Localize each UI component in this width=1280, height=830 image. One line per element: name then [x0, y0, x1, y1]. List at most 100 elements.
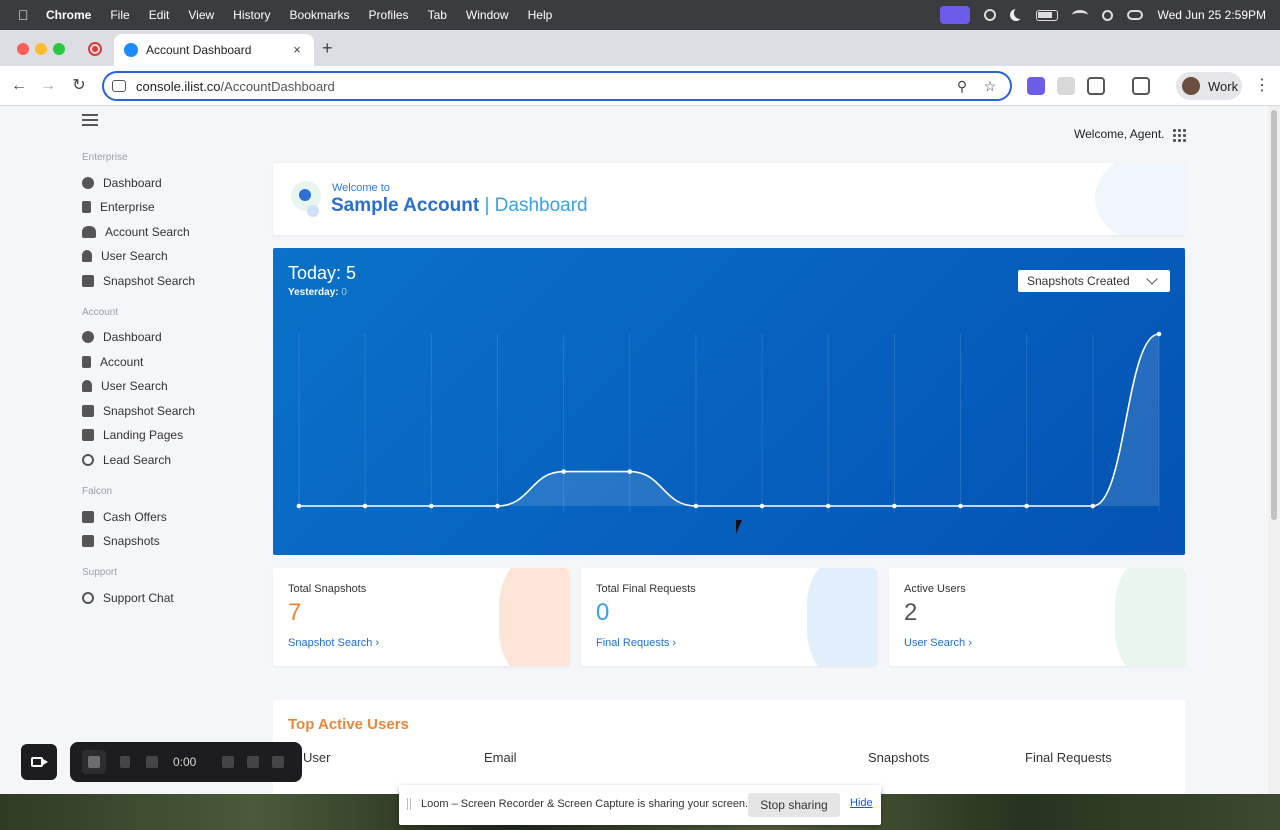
line-chart: [296, 331, 1162, 512]
column-header-user[interactable]: User: [303, 750, 330, 765]
metric-select[interactable]: Snapshots Created: [1018, 270, 1170, 292]
menu-window[interactable]: Window: [466, 8, 509, 22]
account-name: Sample Account: [331, 195, 480, 216]
sidebar-item-account-dashboard[interactable]: Dashboard: [82, 329, 162, 345]
back-arrow-icon[interactable]: ←: [9, 76, 29, 96]
reload-icon[interactable]: ↻: [69, 76, 89, 96]
tab-favicon-icon: [124, 43, 138, 57]
window-close-button[interactable]: [17, 43, 29, 55]
sidebar-item-snapshots[interactable]: Snapshots: [82, 533, 160, 549]
tab-search-icon[interactable]: [1132, 77, 1150, 95]
scroll-thumb[interactable]: [1271, 110, 1277, 520]
menu-clock[interactable]: Wed Jun 25 2:59PM: [1157, 8, 1266, 22]
hamburger-menu-icon[interactable]: [82, 114, 98, 128]
extension-badge-icon[interactable]: [1027, 77, 1045, 95]
window-minimize-button[interactable]: [35, 43, 47, 55]
chatgpt-icon[interactable]: [984, 9, 997, 21]
chart-point[interactable]: [1156, 331, 1162, 337]
sidebar-item-enterprise-user-search[interactable]: User Search: [82, 248, 168, 264]
spotlight-search-icon[interactable]: [1102, 9, 1114, 21]
apps-grid-icon[interactable]: [1172, 128, 1186, 142]
loom-grid-icon[interactable]: [222, 756, 234, 768]
chart-point[interactable]: [1090, 503, 1096, 509]
sidebar-item-cash-offers[interactable]: Cash Offers: [82, 509, 167, 525]
sidebar-item-account[interactable]: Account: [82, 354, 143, 370]
loom-stop-icon[interactable]: [82, 750, 106, 774]
chart-point[interactable]: [296, 503, 302, 509]
column-header-email[interactable]: Email: [484, 750, 517, 765]
extension-card-icon[interactable]: [1057, 77, 1075, 95]
snapshots-chart-card: Today: 5 Yesterday: 0 Snapshots Created: [273, 248, 1185, 555]
focus-moon-icon[interactable]: [1010, 9, 1022, 21]
zoom-icon[interactable]: ⚲: [954, 78, 970, 94]
search-icon: [82, 454, 94, 466]
chart-point[interactable]: [1024, 503, 1029, 509]
chart-point[interactable]: [495, 503, 500, 509]
tab-close-icon[interactable]: ×: [290, 43, 304, 57]
control-center-icon[interactable]: [1127, 10, 1144, 20]
loom-refresh-icon[interactable]: [247, 756, 259, 768]
address-bar[interactable]: console.ilist.co/AccountDashboard ⚲ ☆: [102, 71, 1012, 101]
stat-decoration: [1115, 568, 1185, 666]
sidebar-item-enterprise-dashboard[interactable]: Dashboard: [82, 175, 162, 191]
sidebar-item-account-search[interactable]: Account Search: [82, 224, 190, 240]
column-header-snapshots[interactable]: Snapshots: [868, 750, 929, 765]
chart-point[interactable]: [958, 503, 963, 509]
sidebar-item-account-user-search[interactable]: User Search: [82, 378, 168, 394]
sidebar-item-support-chat[interactable]: Support Chat: [82, 590, 174, 606]
sidebar-item-enterprise[interactable]: Enterprise: [82, 199, 155, 215]
site-info-icon[interactable]: [112, 80, 126, 92]
window-zoom-button[interactable]: [53, 43, 65, 55]
loom-pause-icon[interactable]: [120, 756, 130, 768]
bookmark-star-icon[interactable]: ☆: [982, 78, 998, 94]
loom-camera-button[interactable]: [21, 744, 57, 780]
menu-app-name[interactable]: Chrome: [46, 8, 91, 22]
user-icon: [82, 250, 92, 262]
drag-handle-icon[interactable]: [407, 798, 411, 810]
apple-icon[interactable]: : [18, 8, 32, 22]
menu-help[interactable]: Help: [528, 8, 553, 22]
sidebar-item-landing-pages[interactable]: Landing Pages: [82, 427, 183, 443]
stop-sharing-button[interactable]: Stop sharing: [748, 793, 840, 817]
chart-point[interactable]: [429, 503, 434, 509]
page-content: Enterprise Dashboard Enterprise Account …: [0, 106, 1268, 794]
screen-share-icon[interactable]: [940, 6, 971, 24]
url-text[interactable]: console.ilist.co/AccountDashboard: [136, 79, 954, 94]
profile-button[interactable]: Work: [1176, 72, 1242, 100]
chart-point[interactable]: [892, 503, 897, 509]
hide-link[interactable]: Hide: [850, 797, 873, 809]
chart-point[interactable]: [362, 503, 368, 509]
forward-arrow-icon[interactable]: →: [38, 76, 58, 96]
menu-tab[interactable]: Tab: [428, 8, 447, 22]
chart-point[interactable]: [759, 503, 765, 509]
menu-view[interactable]: View: [188, 8, 214, 22]
menu-bookmarks[interactable]: Bookmarks: [290, 8, 350, 22]
wifi-icon[interactable]: [1072, 10, 1089, 20]
chart-point[interactable]: [825, 503, 831, 509]
new-tab-button[interactable]: +: [322, 38, 338, 58]
chart-point[interactable]: [693, 503, 699, 509]
snapshot-search-link[interactable]: Snapshot Search ›: [288, 637, 379, 649]
column-header-final-requests[interactable]: Final Requests: [1025, 750, 1112, 765]
chart-point[interactable]: [627, 469, 633, 474]
menu-edit[interactable]: Edit: [149, 8, 170, 22]
browser-menu-icon[interactable]: ⋮: [1254, 76, 1270, 96]
extensions-puzzle-icon[interactable]: [1087, 77, 1105, 95]
menu-file[interactable]: File: [110, 8, 129, 22]
sidebar-item-lead-search[interactable]: Lead Search: [82, 452, 171, 468]
loom-trash-icon[interactable]: [272, 756, 284, 768]
menu-profiles[interactable]: Profiles: [369, 8, 409, 22]
battery-icon[interactable]: [1036, 9, 1059, 21]
camera-icon: [82, 275, 94, 287]
sidebar-item-enterprise-snapshot-search[interactable]: Snapshot Search: [82, 273, 195, 289]
menu-history[interactable]: History: [233, 8, 270, 22]
sidebar-item-account-snapshot-search[interactable]: Snapshot Search: [82, 403, 195, 419]
final-requests-link[interactable]: Final Requests ›: [596, 637, 676, 649]
loom-restart-icon[interactable]: [146, 756, 158, 768]
browser-tab-active[interactable]: Account Dashboard ×: [114, 34, 314, 66]
user-search-link[interactable]: User Search ›: [904, 637, 972, 649]
chart-area-fill: [299, 334, 1159, 506]
chart-point[interactable]: [561, 469, 566, 474]
top-active-users-title: Top Active Users: [288, 716, 409, 733]
page-scrollbar[interactable]: [1268, 106, 1280, 794]
